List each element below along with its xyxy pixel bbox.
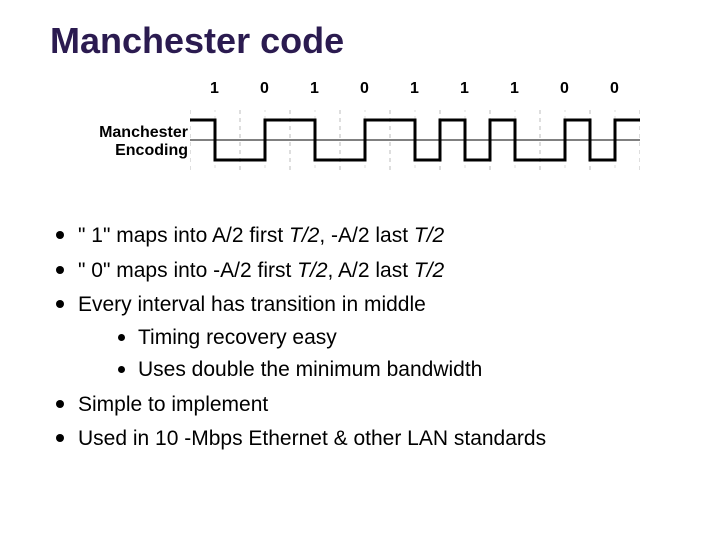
- bit-label: 1: [410, 80, 419, 98]
- page-title: Manchester code: [50, 20, 680, 62]
- list-item: Simple to implement: [50, 389, 680, 422]
- list-item: Uses double the minimum bandwidth: [116, 354, 680, 387]
- bit-label: 0: [260, 80, 269, 98]
- list-item: " 1" maps into A/2 first T/2, -A/2 last …: [50, 220, 680, 253]
- bit-label: 1: [310, 80, 319, 98]
- list-item: " 0" maps into -A/2 first T/2, A/2 last …: [50, 255, 680, 288]
- waveform-diagram: 1 0 1 0 1 1 1 0 0 Manchester Encoding: [80, 80, 640, 190]
- bit-label: 1: [510, 80, 519, 98]
- bullet-list: " 1" maps into A/2 first T/2, -A/2 last …: [50, 220, 680, 456]
- bit-labels-row: 1 0 1 0 1 1 1 0 0: [190, 80, 640, 100]
- list-item: Used in 10 -Mbps Ethernet & other LAN st…: [50, 423, 680, 456]
- bit-label: 0: [560, 80, 569, 98]
- bit-label: 0: [610, 80, 619, 98]
- list-item: Timing recovery easy: [116, 322, 680, 355]
- waveform: [190, 110, 640, 170]
- list-item: Every interval has transition in middleT…: [50, 289, 680, 387]
- bit-label: 1: [460, 80, 469, 98]
- bit-label: 0: [360, 80, 369, 98]
- bit-label: 1: [210, 80, 219, 98]
- diagram-label: Manchester Encoding: [80, 124, 188, 160]
